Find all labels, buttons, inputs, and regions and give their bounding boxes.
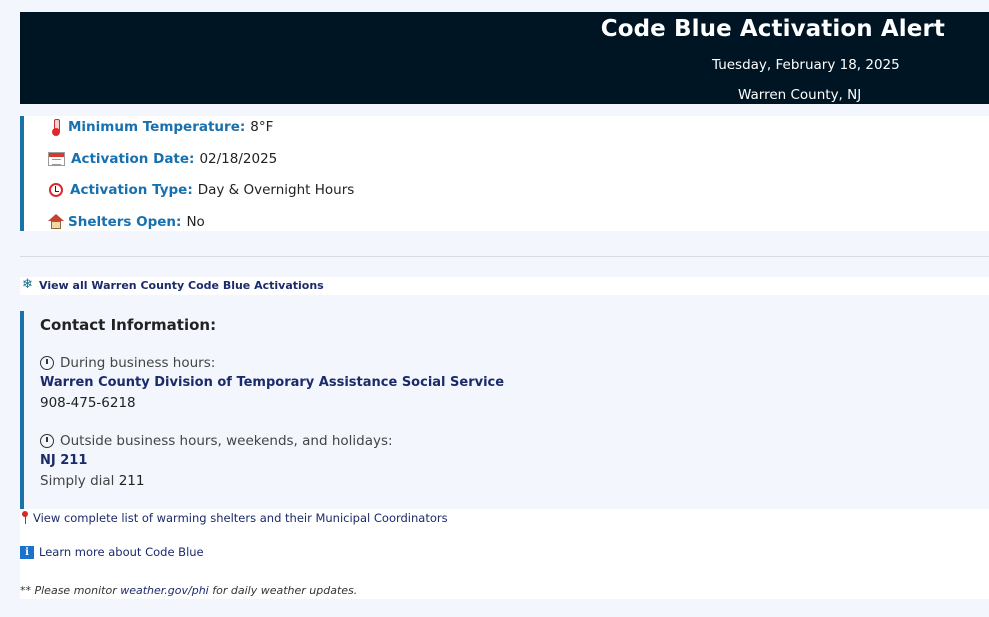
after-hours-text: Outside business hours, weekends, and ho… bbox=[60, 433, 393, 449]
detail-value: 02/18/2025 bbox=[199, 151, 278, 167]
pin-icon bbox=[20, 511, 30, 525]
calendar-icon bbox=[48, 152, 65, 166]
learn-more-link[interactable]: i Learn more about Code Blue bbox=[20, 545, 204, 559]
business-hours-label: During business hours: bbox=[40, 355, 215, 371]
dial-prefix: Simply dial bbox=[40, 473, 115, 489]
activation-details: Minimum Temperature: 8°F Activation Date… bbox=[20, 116, 989, 231]
detail-activation-type: Activation Type: Day & Overnight Hours bbox=[48, 182, 354, 198]
contact-heading: Contact Information: bbox=[40, 316, 217, 334]
dial-number: 211 bbox=[118, 473, 145, 489]
note-prefix: ** Please monitor bbox=[20, 584, 117, 597]
detail-value: 8°F bbox=[250, 119, 274, 135]
alert-header: Code Blue Activation Alert Tuesday, Febr… bbox=[20, 12, 989, 104]
detail-label: Activation Date: bbox=[71, 151, 195, 167]
view-all-activations-text: View all Warren County Code Blue Activat… bbox=[39, 278, 324, 292]
business-org-name: Warren County Division of Temporary Assi… bbox=[40, 375, 505, 390]
detail-activation-date: Activation Date: 02/18/2025 bbox=[48, 151, 277, 167]
resource-links: View complete list of warming shelters a… bbox=[20, 509, 989, 599]
alert-date: Tuesday, February 18, 2025 bbox=[712, 57, 900, 73]
alert-title: Code Blue Activation Alert bbox=[600, 16, 945, 42]
after-hours-org-name: NJ 211 bbox=[40, 453, 88, 468]
section-divider bbox=[20, 256, 989, 257]
business-phone: 908-475-6218 bbox=[40, 395, 136, 411]
clock-icon bbox=[40, 434, 54, 448]
thermometer-icon bbox=[48, 119, 64, 136]
detail-value: No bbox=[186, 214, 205, 230]
learn-more-text: Learn more about Code Blue bbox=[39, 545, 204, 559]
snowflake-icon: ❄ bbox=[22, 277, 33, 292]
clock-icon bbox=[40, 356, 54, 370]
warming-shelters-link[interactable]: View complete list of warming shelters a… bbox=[20, 511, 448, 525]
house-icon bbox=[48, 214, 64, 230]
weather-gov-link[interactable]: weather.gov/phi bbox=[120, 584, 209, 597]
note-suffix: for daily weather updates. bbox=[212, 584, 358, 597]
business-hours-text: During business hours: bbox=[60, 355, 216, 371]
detail-value: Day & Overnight Hours bbox=[197, 182, 355, 198]
alarm-clock-icon bbox=[48, 182, 64, 198]
contact-information: Contact Information: During business hou… bbox=[20, 311, 989, 509]
alert-county: Warren County, NJ bbox=[738, 87, 862, 103]
detail-min-temperature: Minimum Temperature: 8°F bbox=[48, 119, 274, 136]
after-hours-label: Outside business hours, weekends, and ho… bbox=[40, 433, 393, 449]
view-all-activations-link[interactable]: ❄ View all Warren County Code Blue Activ… bbox=[20, 278, 324, 292]
detail-shelters-open: Shelters Open: No bbox=[48, 214, 205, 230]
warming-shelters-text: View complete list of warming shelters a… bbox=[33, 511, 448, 525]
view-all-bar: ❄ View all Warren County Code Blue Activ… bbox=[20, 277, 989, 295]
detail-label: Activation Type: bbox=[70, 182, 193, 198]
info-icon: i bbox=[20, 545, 34, 559]
detail-label: Shelters Open: bbox=[68, 214, 182, 230]
weather-note: ** Please monitor weather.gov/phi for da… bbox=[20, 584, 357, 597]
detail-label: Minimum Temperature: bbox=[68, 119, 246, 135]
after-hours-dial: Simply dial 211 bbox=[40, 473, 145, 489]
